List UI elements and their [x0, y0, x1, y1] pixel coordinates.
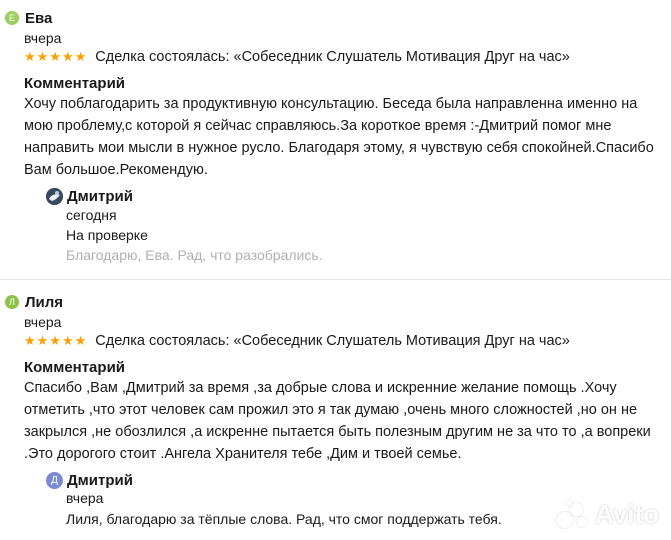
comment-text: Спасибо ,Вам ,Дмитрий за время ,за добры…: [24, 380, 651, 462]
reply-text: Лиля, благодарю за тёплые слова. Рад, чт…: [66, 511, 502, 527]
comment-label: Комментарий: [24, 75, 126, 92]
avito-watermark: Avito: [556, 499, 659, 530]
reply-date: сегодня: [66, 207, 117, 223]
avatar[interactable]: Е: [5, 11, 19, 25]
watermark-text: Avito: [594, 499, 659, 529]
review-author-row: Е Ева: [5, 8, 52, 28]
seller-avatar[interactable]: Д: [46, 471, 63, 489]
author-name[interactable]: Лиля: [25, 294, 63, 311]
seller-avatar[interactable]: [46, 187, 63, 205]
comment-label: Комментарий: [24, 359, 126, 376]
deal-title: Сделка состоялась: «Собеседник Слушатель…: [95, 333, 570, 349]
reply-author-row: Дмитрий: [46, 186, 133, 206]
avatar[interactable]: Л: [5, 295, 19, 309]
reply-author-name[interactable]: Дмитрий: [67, 188, 133, 205]
deal-row: ★★★★★ Сделка состоялась: «Собеседник Слу…: [24, 47, 570, 67]
review-date: вчера: [24, 314, 62, 330]
deal-title: Сделка состоялась: «Собеседник Слушатель…: [95, 49, 570, 65]
reply-author-row: Д Дмитрий: [46, 470, 133, 490]
deal-row: ★★★★★ Сделка состоялась: «Собеседник Слу…: [24, 331, 570, 351]
reply-status: На проверке: [66, 227, 148, 243]
author-name[interactable]: Ева: [25, 10, 52, 27]
review-author-row: Л Лиля: [5, 292, 63, 312]
rating-stars: ★★★★★: [24, 49, 88, 64]
comment-text: Хочу поблагодарить за продуктивную консу…: [24, 96, 654, 178]
rating-stars: ★★★★★: [24, 333, 88, 348]
review-divider: [0, 279, 671, 280]
reply-author-name[interactable]: Дмитрий: [67, 472, 133, 489]
reply-text: Благодарю, Ева. Рад, что разобрались.: [66, 247, 323, 263]
review-date: вчера: [24, 30, 62, 46]
avito-logo-icon: [556, 499, 591, 530]
reply-date: вчера: [66, 490, 104, 506]
